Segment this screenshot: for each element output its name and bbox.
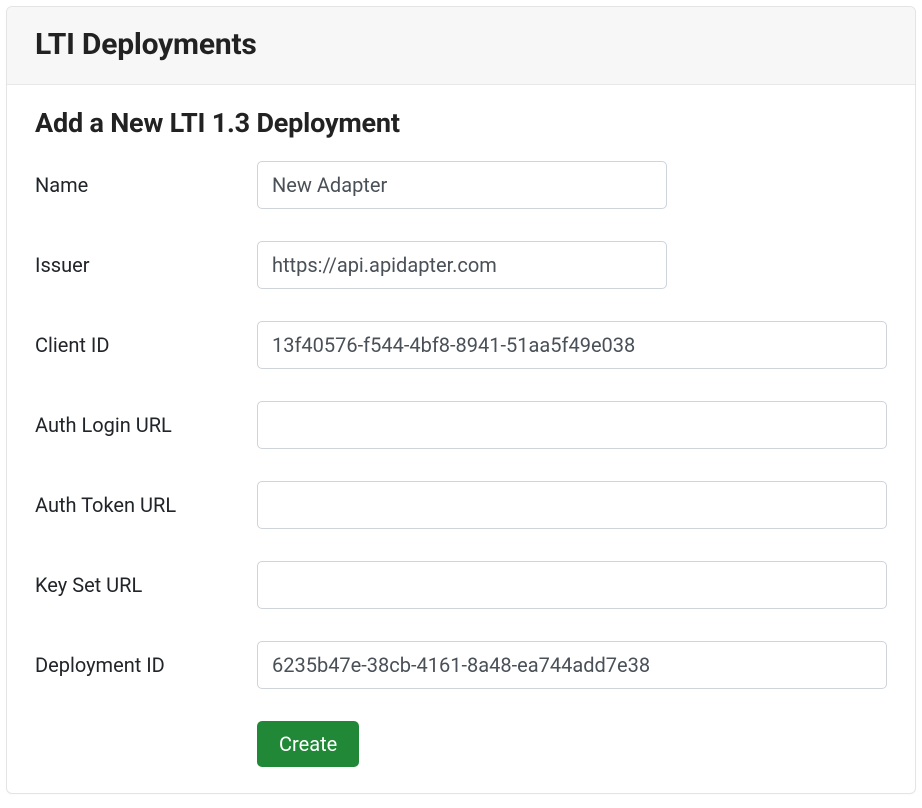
- client-id-label: Client ID: [35, 333, 257, 357]
- deployment-id-input[interactable]: [257, 641, 887, 689]
- key-set-url-input[interactable]: [257, 561, 887, 609]
- field-row-deployment-id: Deployment ID: [35, 641, 887, 689]
- field-row-auth-login-url: Auth Login URL: [35, 401, 887, 449]
- name-input[interactable]: [257, 161, 667, 209]
- submit-row: Create: [35, 721, 887, 767]
- create-button[interactable]: Create: [257, 721, 359, 767]
- field-row-name: Name: [35, 161, 887, 209]
- field-row-auth-token-url: Auth Token URL: [35, 481, 887, 529]
- name-label: Name: [35, 173, 257, 197]
- lti-deployments-card: LTI Deployments Add a New LTI 1.3 Deploy…: [6, 6, 916, 794]
- card-body: Add a New LTI 1.3 Deployment Name Issuer…: [7, 85, 915, 793]
- auth-token-url-label: Auth Token URL: [35, 493, 257, 517]
- issuer-input[interactable]: [257, 241, 667, 289]
- auth-token-url-input[interactable]: [257, 481, 887, 529]
- deployment-id-label: Deployment ID: [35, 653, 257, 677]
- field-row-client-id: Client ID: [35, 321, 887, 369]
- issuer-label: Issuer: [35, 253, 257, 277]
- key-set-url-label: Key Set URL: [35, 573, 257, 597]
- form-heading: Add a New LTI 1.3 Deployment: [35, 107, 887, 139]
- field-row-key-set-url: Key Set URL: [35, 561, 887, 609]
- auth-login-url-input[interactable]: [257, 401, 887, 449]
- field-row-issuer: Issuer: [35, 241, 887, 289]
- submit-spacer: [35, 721, 257, 767]
- card-header: LTI Deployments: [7, 7, 915, 85]
- auth-login-url-label: Auth Login URL: [35, 413, 257, 437]
- client-id-input[interactable]: [257, 321, 887, 369]
- page-title: LTI Deployments: [35, 27, 887, 62]
